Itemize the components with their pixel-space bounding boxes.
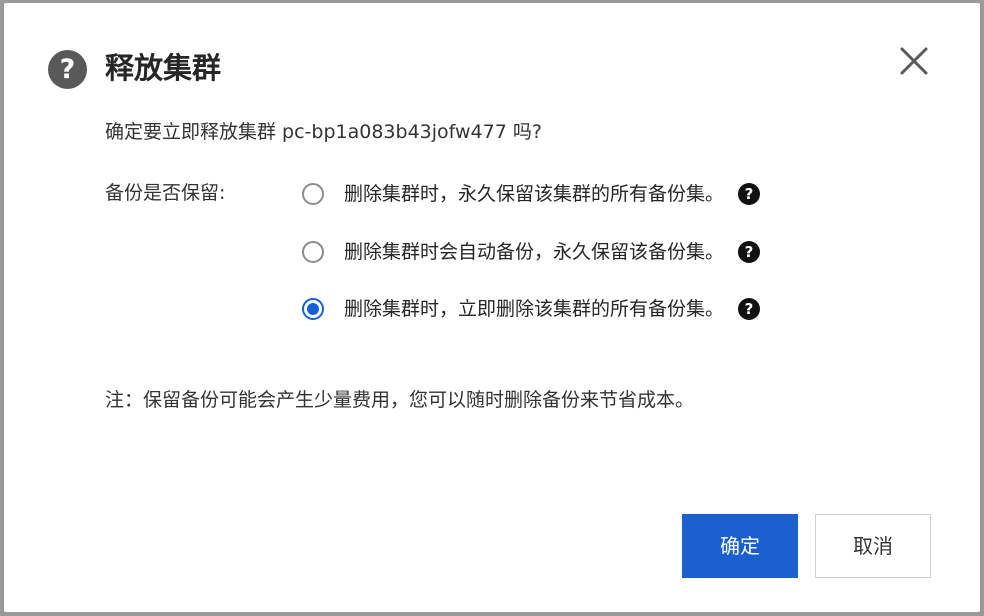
radio-button[interactable] [302,183,324,205]
release-cluster-dialog: ? 释放集群 确定要立即释放集群 pc-bp1a083b43jofw477 吗?… [4,3,980,612]
cost-note: 注：保留备份可能会产生少量费用，您可以随时删除备份来节省成本。 [105,389,695,411]
option-label: 删除集群时，立即删除该集群的所有备份集。 [344,298,725,320]
radio-button[interactable] [302,241,324,263]
dialog-title: 释放集群 [105,51,222,85]
backup-option-auto-backup[interactable]: 删除集群时会自动备份，永久保留该备份集。 ? [302,236,761,268]
close-x-icon [900,47,928,75]
cancel-button[interactable]: 取消 [815,514,931,578]
backup-retention-label: 备份是否保留: [105,182,226,204]
question-circle-filled-icon[interactable]: ? [738,241,761,263]
question-circle-filled-icon[interactable]: ? [738,183,761,205]
question-circle-icon: ? [48,50,87,89]
radio-button-checked[interactable] [302,298,324,320]
option-label: 删除集群时会自动备份，永久保留该备份集。 [344,241,725,263]
ok-button[interactable]: 确定 [682,514,798,578]
confirm-message: 确定要立即释放集群 pc-bp1a083b43jofw477 吗? [105,121,542,143]
backup-option-retain-all[interactable]: 删除集群时，永久保留该集群的所有备份集。 ? [302,178,761,210]
backup-option-delete-all[interactable]: 删除集群时，立即删除该集群的所有备份集。 ? [302,293,761,325]
option-label: 删除集群时，永久保留该集群的所有备份集。 [344,183,725,205]
close-button[interactable] [894,41,934,81]
question-circle-filled-icon[interactable]: ? [738,298,761,320]
